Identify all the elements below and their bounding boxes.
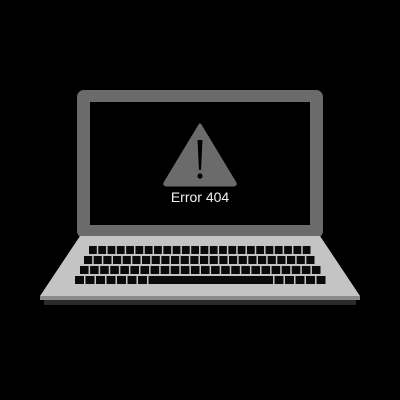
keyboard-key bbox=[142, 256, 151, 264]
keyboard-key bbox=[84, 256, 93, 264]
keyboard-key bbox=[138, 276, 147, 284]
keyboard-key bbox=[171, 256, 180, 264]
keyboard-key bbox=[117, 276, 126, 284]
keyboard-key bbox=[80, 266, 89, 274]
keyboard-key bbox=[306, 256, 315, 264]
keyboard-key bbox=[151, 256, 160, 264]
keyboard-key bbox=[219, 246, 227, 254]
keyboard-key bbox=[140, 266, 150, 274]
keyboard-key bbox=[302, 246, 311, 254]
keyboard-key bbox=[113, 256, 122, 264]
keyboard-key bbox=[93, 256, 102, 264]
keyboard-key bbox=[130, 266, 139, 274]
keyboard-key bbox=[172, 246, 181, 254]
keyboard-key bbox=[316, 276, 326, 284]
keyboard-key bbox=[170, 266, 180, 274]
keyboard-key bbox=[296, 256, 305, 264]
keyboard-key bbox=[211, 266, 220, 274]
keyboard-key bbox=[229, 256, 238, 264]
keyboard-key bbox=[106, 276, 116, 284]
keyboard-key bbox=[190, 266, 200, 274]
keyboard-key bbox=[110, 266, 119, 274]
keyboard-key bbox=[291, 266, 301, 274]
keyboard-key bbox=[293, 246, 302, 254]
keyboard-key bbox=[219, 256, 228, 264]
keyboard-key bbox=[274, 246, 283, 254]
keyboard-key bbox=[209, 246, 218, 254]
keyboard-key bbox=[103, 256, 112, 264]
keyboard-key bbox=[281, 266, 291, 274]
keyboard-key bbox=[132, 256, 141, 264]
keyboard-key bbox=[248, 256, 257, 264]
keyboard-key bbox=[126, 246, 134, 254]
keyboard-key bbox=[267, 256, 276, 264]
keyboard-key bbox=[238, 256, 247, 264]
keyboard-key bbox=[89, 246, 97, 254]
keyboard-key bbox=[90, 266, 99, 274]
keyboard-key bbox=[181, 246, 190, 254]
keyboard-key bbox=[295, 276, 305, 284]
keyboard-key bbox=[150, 266, 160, 274]
keyboard-key bbox=[116, 246, 125, 254]
keyboard-key bbox=[301, 266, 311, 274]
keyboard-key bbox=[135, 246, 144, 254]
keyboard-key bbox=[251, 266, 260, 274]
keyboard-key bbox=[163, 246, 172, 254]
keyboard-key bbox=[154, 246, 162, 254]
keyboard-key bbox=[85, 276, 95, 284]
keyboard-key bbox=[246, 246, 255, 254]
keyboard-key bbox=[306, 276, 315, 284]
keyboard-key bbox=[231, 266, 240, 274]
keyboard-key bbox=[277, 256, 286, 264]
keyboard-key bbox=[221, 266, 230, 274]
keyboard-key bbox=[285, 276, 294, 284]
keyboard-key bbox=[284, 246, 292, 254]
error-message: Error 404 bbox=[170, 189, 230, 205]
keyboard-key bbox=[107, 246, 116, 254]
keyboard-key bbox=[265, 246, 274, 254]
keyboard-key bbox=[122, 256, 131, 264]
spacebar-key bbox=[148, 276, 273, 284]
keyboard-key bbox=[161, 256, 170, 264]
keyboard-key bbox=[98, 246, 107, 254]
keyboard-key bbox=[237, 246, 246, 254]
keyboard-key bbox=[200, 246, 209, 254]
keyboard-key bbox=[75, 276, 84, 284]
keyboard-key bbox=[160, 266, 170, 274]
keyboard-key bbox=[180, 256, 189, 264]
keyboard-key bbox=[96, 276, 105, 284]
keyboard-key bbox=[311, 266, 321, 274]
keyboard-key bbox=[127, 276, 137, 284]
keyboard-key bbox=[241, 266, 250, 274]
keyboard-key bbox=[201, 266, 210, 274]
keyboard-key bbox=[191, 246, 199, 254]
laptop-bottom bbox=[44, 300, 356, 305]
keyboard-key bbox=[190, 256, 199, 264]
keyboard-key bbox=[287, 256, 296, 264]
keyboard-key bbox=[209, 256, 218, 264]
keyboard-key bbox=[258, 256, 267, 264]
keyboard-key bbox=[144, 246, 153, 254]
keyboard-key bbox=[200, 256, 209, 264]
deck-edge bbox=[40, 296, 360, 300]
keyboard-key bbox=[120, 266, 129, 274]
keyboard-key bbox=[261, 266, 271, 274]
keyboard-key bbox=[100, 266, 109, 274]
keyboard-key bbox=[274, 276, 284, 284]
keyboard-key bbox=[180, 266, 190, 274]
keyboard-key bbox=[256, 246, 265, 254]
keyboard-key bbox=[271, 266, 281, 274]
keyboard-key bbox=[228, 246, 237, 254]
